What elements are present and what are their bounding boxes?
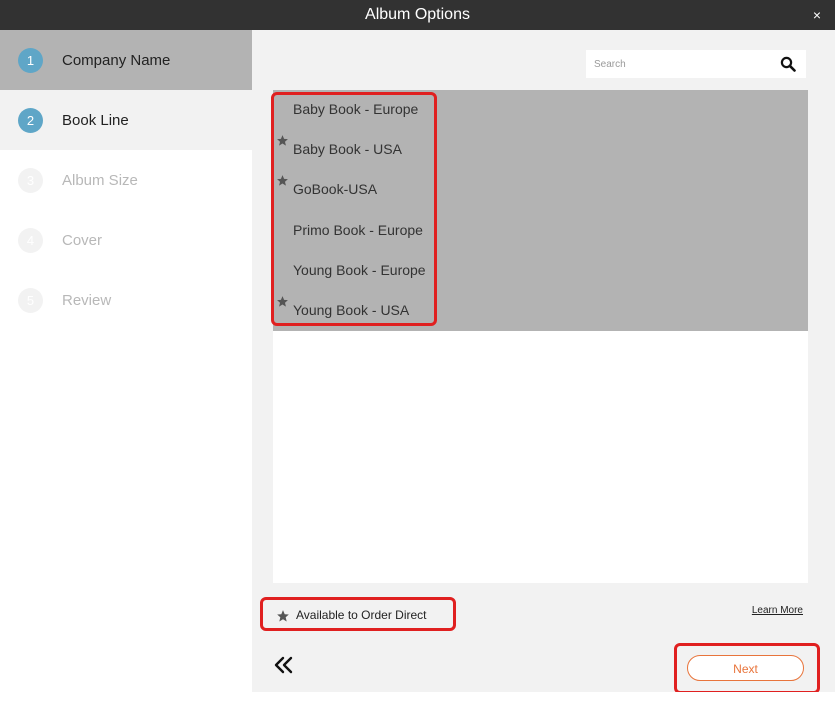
book-line-name: Young Book - Europe <box>293 261 426 278</box>
main-panel: Baby Book - Europe Baby Book - USA GoBoo… <box>252 30 835 694</box>
step-number: 1 <box>18 47 43 73</box>
book-line-name: Young Book - USA <box>293 301 410 318</box>
close-button[interactable]: × <box>807 0 827 30</box>
step-label: Album Size <box>62 171 138 189</box>
list-item[interactable]: Baby Book - Europe <box>273 90 808 130</box>
book-line-list: Baby Book - Europe Baby Book - USA GoBoo… <box>273 90 808 331</box>
album-options-window: Album Options × 1 Company Name 2 Book Li… <box>0 0 835 704</box>
search-box <box>586 50 806 78</box>
search-icon[interactable] <box>780 56 796 72</box>
step-number: 3 <box>18 167 43 193</box>
step-label: Company Name <box>62 51 171 69</box>
book-line-name: Primo Book - Europe <box>293 221 423 238</box>
search-input[interactable] <box>586 50 766 78</box>
step-book-line[interactable]: 2 Book Line <box>0 90 252 150</box>
book-line-name: Baby Book - USA <box>293 141 402 158</box>
title-bar: Album Options × <box>0 0 835 30</box>
step-number: 4 <box>18 227 43 253</box>
bottom-strip <box>252 692 835 704</box>
next-highlight-outline: Next <box>674 643 820 694</box>
book-line-name: GoBook-USA <box>293 181 378 198</box>
star-icon <box>277 135 288 146</box>
book-line-list-panel: Baby Book - Europe Baby Book - USA GoBoo… <box>273 90 808 583</box>
step-cover: 4 Cover <box>0 210 252 270</box>
book-line-name: Baby Book - Europe <box>293 101 419 117</box>
star-icon <box>277 296 288 307</box>
close-icon: × <box>812 7 822 23</box>
list-item[interactable]: GoBook-USA <box>273 170 808 210</box>
step-number: 5 <box>18 287 43 313</box>
learn-more-link[interactable]: Learn More <box>752 605 803 616</box>
step-label: Cover <box>62 231 103 249</box>
list-item[interactable]: Young Book - USA <box>273 291 808 331</box>
star-icon <box>277 175 288 186</box>
list-item[interactable]: Young Book - Europe <box>273 251 808 291</box>
next-button[interactable]: Next <box>687 655 804 681</box>
step-sidebar: 1 Company Name 2 Book Line 3 Album Size … <box>0 30 252 704</box>
window-title: Album Options <box>365 6 470 23</box>
order-direct-legend: Available to Order Direct <box>260 597 456 631</box>
step-number: 2 <box>18 107 43 133</box>
legend-label: Available to Order Direct <box>296 608 427 622</box>
step-review: 5 Review <box>0 270 252 330</box>
step-label: Review <box>62 291 112 309</box>
back-double-chevron-icon[interactable] <box>274 655 294 675</box>
step-label: Book Line <box>62 111 129 129</box>
list-item[interactable]: Primo Book - Europe <box>273 211 808 251</box>
list-item[interactable]: Baby Book - USA <box>273 130 808 170</box>
step-album-size: 3 Album Size <box>0 150 252 210</box>
step-company-name[interactable]: 1 Company Name <box>0 30 252 90</box>
star-icon <box>277 610 289 622</box>
